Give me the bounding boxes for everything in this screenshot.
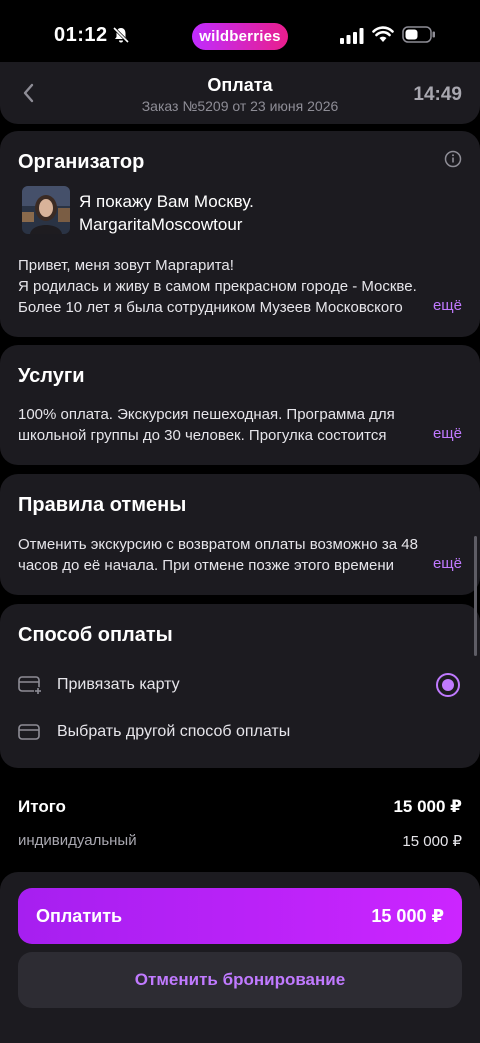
payment-option-link-card[interactable]: Привязать карту — [18, 670, 462, 700]
add-card-icon — [18, 676, 42, 695]
page-header: Оплата Заказ №5209 от 23 июня 2026 14:49 — [0, 62, 480, 124]
organizer-name[interactable]: Я покажу Вам Москву. MargaritaMoscowtour — [79, 190, 254, 236]
status-time: 01:12 — [54, 24, 108, 46]
pay-button-amount: 15 000 ₽ — [371, 905, 444, 926]
organizer-description: Привет, меня зовут Маргарита! Я родилась… — [18, 257, 417, 316]
battery-icon — [402, 26, 435, 43]
cellular-signal-icon — [340, 28, 364, 44]
payment-method-title: Способ оплаты — [18, 624, 173, 646]
payment-option-other[interactable]: Выбрать другой способ оплаты — [18, 717, 462, 747]
pay-button[interactable]: Оплатить 15 000 ₽ — [18, 888, 462, 944]
pay-button-label: Оплатить — [36, 905, 123, 926]
card-icon — [18, 724, 40, 740]
services-title: Услуги — [18, 365, 85, 387]
radio-selected[interactable] — [436, 673, 460, 697]
item-row: индивидуальный 15 000 ₽ — [18, 832, 462, 850]
payment-option-label: Привязать карту — [57, 676, 180, 693]
total-label: Итого — [18, 797, 66, 816]
info-icon[interactable] — [444, 150, 462, 168]
bottom-actions: Оплатить 15 000 ₽ Отменить бронирование — [0, 872, 480, 1043]
services-description: 100% оплата. Экскурсия пешеходная. Прогр… — [18, 406, 395, 444]
cancel-booking-button[interactable]: Отменить бронирование — [18, 952, 462, 1008]
item-value: 15 000 ₽ — [402, 833, 462, 850]
payment-option-label: Выбрать другой способ оплаты — [57, 723, 291, 740]
organizer-avatar[interactable] — [22, 186, 70, 234]
organizer-card: Организатор Я покажу Вам Москву. Margari… — [0, 131, 480, 337]
brand-pill: wildberries — [192, 23, 288, 50]
cancel-rules-title: Правила отмены — [18, 494, 187, 516]
page-title: Оплата — [207, 75, 273, 95]
organizer-more-link[interactable]: ещё — [410, 297, 462, 314]
organizer-title: Организатор — [18, 151, 145, 173]
wifi-icon — [372, 26, 394, 42]
status-bar: 01:12 wildberries — [0, 0, 480, 70]
scrollbar[interactable] — [474, 536, 477, 656]
total-row: Итого 15 000 ₽ — [18, 797, 462, 817]
bell-muted-icon — [112, 26, 130, 44]
services-more-link[interactable]: ещё — [410, 425, 462, 442]
payment-timer: 14:49 — [413, 84, 462, 105]
cancel-rules-more-link[interactable]: ещё — [410, 555, 462, 572]
payment-method-card: Способ оплаты Привязать карту Выбрать др… — [0, 604, 480, 768]
cancel-rules-card: Правила отмены Отменить экскурсию с возв… — [0, 474, 480, 595]
cancel-rules-description: Отменить экскурсию с возвратом оплаты во… — [18, 536, 418, 574]
services-card: Услуги 100% оплата. Экскурсия пешеходная… — [0, 345, 480, 465]
order-subtitle: Заказ №5209 от 23 июня 2026 — [141, 98, 339, 114]
item-label: индивидуальный — [18, 832, 137, 849]
total-value: 15 000 ₽ — [393, 797, 462, 816]
